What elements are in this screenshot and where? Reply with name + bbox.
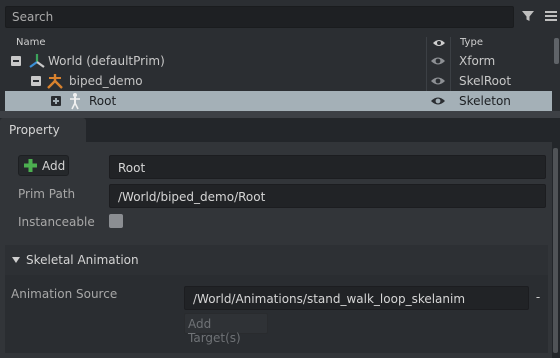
column-header-name[interactable]: Name	[16, 37, 46, 48]
add-button[interactable]: Add	[18, 155, 69, 176]
tree-row-label: Root	[89, 94, 117, 108]
property-scrollbar[interactable]	[553, 148, 558, 353]
filter-icon[interactable]	[521, 9, 535, 23]
stage-panel: Name Type World (defaultPrim) Xform	[0, 0, 560, 114]
prim-path-field[interactable]: /World/biped_demo/Root	[109, 184, 546, 208]
skelroot-icon	[47, 74, 63, 89]
visibility-eye-icon[interactable]	[430, 95, 446, 107]
expand-icon[interactable]	[51, 96, 61, 106]
tree-row-type: SkelRoot	[459, 74, 512, 88]
add-targets-button[interactable]: Add Target(s)	[184, 313, 268, 345]
visibility-eye-icon[interactable]	[430, 55, 446, 67]
animation-source-label: Animation Source	[11, 287, 118, 301]
hamburger-menu-icon[interactable]	[544, 9, 558, 23]
column-header-type[interactable]: Type	[460, 37, 483, 48]
remove-target-button[interactable]: -	[533, 290, 543, 306]
tree-row-biped-demo[interactable]: biped_demo SkelRoot	[5, 71, 552, 91]
stage-tree-header: Name Type	[5, 37, 552, 51]
skeleton-figure-icon	[70, 93, 80, 110]
section-header[interactable]: Skeletal Animation	[5, 245, 548, 275]
prim-path-label: Prim Path	[18, 187, 76, 201]
property-tab-bar: Property	[0, 118, 560, 142]
stage-scrollbar[interactable]	[553, 37, 559, 111]
section-title: Skeletal Animation	[26, 253, 139, 267]
tree-row-world[interactable]: World (defaultPrim) Xform	[5, 51, 552, 71]
visibility-column-eye-icon[interactable]	[432, 38, 446, 48]
tree-row-type: Xform	[459, 54, 496, 68]
collapse-icon[interactable]	[31, 76, 41, 86]
prim-name-field[interactable]: Root	[109, 155, 546, 179]
tree-row-root[interactable]: Root Skeleton	[5, 91, 552, 111]
scrollbar-thumb[interactable]	[554, 38, 559, 64]
tree-row-type: Skeleton	[459, 94, 511, 108]
animation-source-field[interactable]: /World/Animations/stand_walk_loop_skelan…	[184, 286, 529, 310]
visibility-eye-icon[interactable]	[430, 75, 446, 87]
tree-row-label: biped_demo	[69, 74, 143, 88]
search-input[interactable]	[5, 6, 514, 28]
search-bar	[0, 0, 560, 34]
collapse-triangle-icon[interactable]	[12, 257, 20, 263]
plus-icon	[24, 159, 37, 172]
instanceable-label: Instanceable	[18, 215, 95, 229]
stage-tree: World (defaultPrim) Xform biped_demo Ske…	[5, 51, 552, 111]
tree-row-label: World (defaultPrim)	[48, 54, 165, 68]
tab-property[interactable]: Property	[0, 118, 86, 142]
xform-axes-icon	[29, 54, 45, 68]
panel-splitter[interactable]	[0, 111, 560, 118]
add-button-label: Add	[42, 159, 66, 173]
instanceable-checkbox[interactable]	[109, 214, 123, 228]
collapse-icon[interactable]	[11, 56, 21, 66]
